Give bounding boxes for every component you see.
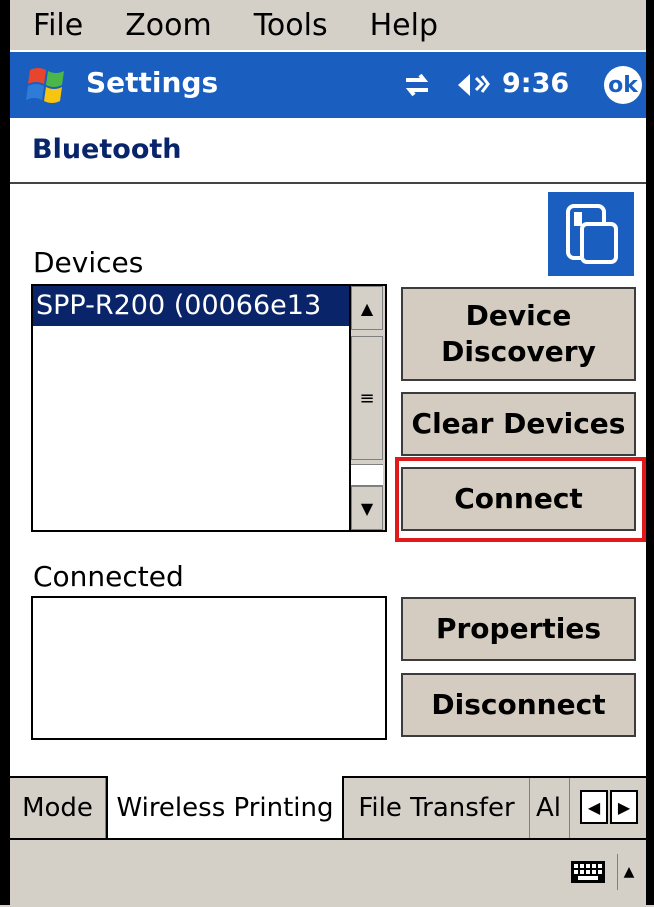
title-bar: Settings 9:36 ok [10, 52, 646, 118]
devices-scrollbar[interactable]: ▲ ≡ ▼ [349, 286, 385, 530]
tab-mode[interactable]: Mode [10, 778, 106, 838]
menu-tools[interactable]: Tools [231, 8, 347, 43]
tab-scroll-right-icon[interactable]: ▶ [610, 790, 638, 824]
device-discovery-button[interactable]: Device Discovery [401, 287, 636, 381]
disconnect-button[interactable]: Disconnect [401, 673, 636, 737]
clock[interactable]: 9:36 [502, 68, 569, 99]
tab-al[interactable]: Al [530, 778, 570, 838]
window-title: Settings [86, 66, 219, 99]
tab-strip: Mode Wireless Printing File Transfer Al … [10, 776, 646, 840]
keyboard-icon[interactable] [570, 858, 606, 886]
devices-list[interactable]: SPP-R200 (00066e13 ▲ ≡ ▼ [31, 284, 387, 532]
windows-start-icon[interactable] [24, 62, 70, 108]
scroll-up-icon[interactable]: ▲ [351, 286, 383, 330]
menu-bar: File Zoom Tools Help [10, 0, 646, 50]
list-item[interactable]: SPP-R200 (00066e13 [33, 286, 356, 326]
connectivity-icon[interactable] [402, 70, 432, 100]
menu-file[interactable]: File [10, 8, 102, 43]
device-settings-icon[interactable] [548, 192, 634, 276]
bottom-bar: ▲ [10, 838, 646, 907]
properties-button[interactable]: Properties [401, 597, 636, 661]
clear-devices-button[interactable]: Clear Devices [401, 392, 636, 456]
devices-label: Devices [33, 246, 144, 279]
scroll-down-icon[interactable]: ▼ [351, 486, 383, 530]
tab-file-transfer[interactable]: File Transfer [344, 778, 530, 838]
menu-zoom[interactable]: Zoom [102, 8, 230, 43]
highlight-annotation [395, 457, 646, 542]
menu-help[interactable]: Help [347, 8, 457, 43]
page-title: Bluetooth [32, 134, 182, 165]
page-header: Bluetooth [10, 118, 646, 184]
tab-wireless-printing[interactable]: Wireless Printing [106, 776, 344, 840]
connected-label: Connected [33, 560, 184, 593]
connected-list[interactable] [31, 596, 387, 740]
tab-scroll-left-icon[interactable]: ◀ [580, 790, 608, 824]
input-panel-arrow-icon[interactable]: ▲ [617, 854, 640, 890]
scroll-track[interactable] [351, 464, 383, 486]
scroll-thumb[interactable]: ≡ [351, 336, 383, 460]
ok-button[interactable]: ok [604, 66, 642, 104]
volume-icon[interactable] [456, 70, 492, 100]
